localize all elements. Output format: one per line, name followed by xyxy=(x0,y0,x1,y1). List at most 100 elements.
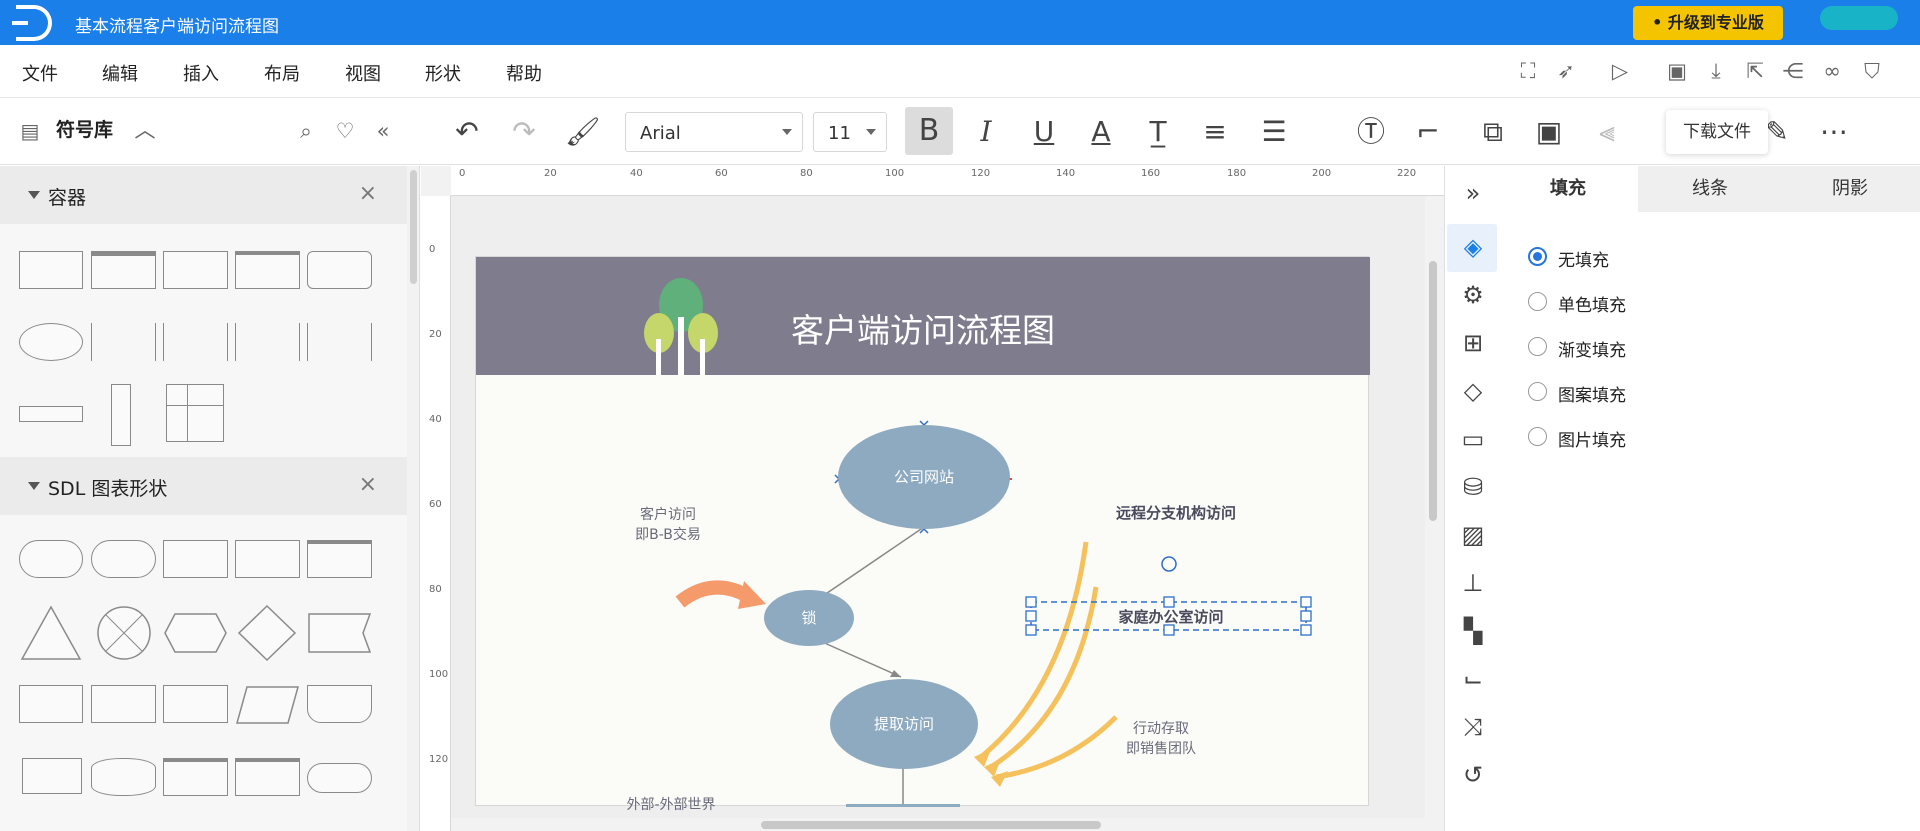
hexagon-shape[interactable] xyxy=(163,612,228,654)
drawing-page[interactable]: 客户端访问流程图 公司网站 锁 提取访问 客户访问 即B-B交易 远程分支机构访… xyxy=(451,196,1441,831)
shuffle-icon[interactable]: ⤨ xyxy=(1458,712,1488,742)
text-box-icon[interactable]: Ⓣ xyxy=(1354,116,1388,148)
menu-file[interactable]: 文件 xyxy=(22,60,58,86)
container-shape[interactable] xyxy=(235,251,300,289)
sdl-shape[interactable] xyxy=(235,758,300,796)
label-mobile-access[interactable]: 行动存取 即销售团队 xyxy=(1096,719,1226,759)
brace-shape[interactable] xyxy=(307,323,372,361)
history-icon[interactable]: ↺ xyxy=(1458,760,1488,790)
cylinder-shape[interactable] xyxy=(91,758,156,796)
triangle-shape[interactable] xyxy=(19,604,83,662)
label-outside-world[interactable]: 外部-外部世界 xyxy=(596,795,746,815)
sdl-shape[interactable] xyxy=(19,540,83,578)
download-icon[interactable]: ⤓ xyxy=(1704,59,1728,83)
canvas-area[interactable]: 0 20 40 60 80 100 120 140 160 180 200 22… xyxy=(421,166,1444,831)
tab-line[interactable]: 线条 xyxy=(1692,166,1728,212)
node-lock[interactable]: 锁 xyxy=(764,590,854,646)
underline-icon[interactable]: U xyxy=(1027,116,1061,148)
upgrade-button[interactable]: • 升级到专业版 xyxy=(1633,6,1783,40)
expand-panel-icon[interactable]: » xyxy=(1458,178,1488,208)
vertical-bar-shape[interactable] xyxy=(111,384,131,446)
more-icon[interactable]: ⋯ xyxy=(1817,116,1851,148)
container-shape[interactable] xyxy=(163,251,228,289)
org-chart-icon[interactable]: ⊥ xyxy=(1458,568,1488,598)
bring-front-icon[interactable]: ⧉ xyxy=(1476,116,1510,148)
scrollbar-thumb[interactable] xyxy=(410,170,417,284)
binoculars-icon[interactable]: ∞ xyxy=(1820,59,1844,83)
menu-insert[interactable]: 插入 xyxy=(183,60,219,86)
sdl-shape[interactable] xyxy=(307,540,372,578)
search-icon[interactable]: ⌕ xyxy=(294,119,318,143)
bracket-shape[interactable] xyxy=(91,323,156,361)
container-shape[interactable] xyxy=(19,251,83,289)
connector-style-icon[interactable]: ⌙ xyxy=(1458,664,1488,694)
scrollbar-thumb[interactable] xyxy=(1429,261,1437,521)
label-remote-branch[interactable]: 远程分支机构访问 xyxy=(1076,503,1276,523)
option-gradient-fill[interactable]: 渐变填充 xyxy=(1558,336,1626,361)
line-spacing-icon[interactable]: ☰ xyxy=(1257,116,1291,148)
account-avatar[interactable] xyxy=(1820,6,1898,30)
connector-icon[interactable]: ⌐ xyxy=(1411,116,1445,148)
sdl-shape[interactable] xyxy=(19,685,83,723)
left-panel-scrollbar[interactable] xyxy=(407,166,419,831)
menu-view[interactable]: 视图 xyxy=(345,60,381,86)
sdl-shape[interactable] xyxy=(163,758,228,796)
send-back-icon[interactable]: ▣ xyxy=(1532,116,1566,148)
chevron-up-icon[interactable]: ︿ xyxy=(133,118,157,142)
bold-icon[interactable]: B xyxy=(905,107,953,155)
layers-icon[interactable]: ◇ xyxy=(1458,376,1488,406)
font-color-icon[interactable]: A xyxy=(1084,116,1118,148)
presentation-icon[interactable]: ▭ xyxy=(1458,424,1488,454)
text-format-icon[interactable]: T̲ xyxy=(1141,116,1175,148)
sdl-shape[interactable] xyxy=(163,540,228,578)
format-painter-icon[interactable]: 🖌 xyxy=(565,116,601,148)
circle-x-shape[interactable] xyxy=(95,604,153,662)
container-shape[interactable] xyxy=(91,251,156,289)
multi-document-shape[interactable] xyxy=(22,758,82,794)
database-icon[interactable]: ⛁ xyxy=(1458,472,1488,502)
tab-shadow[interactable]: 阴影 xyxy=(1832,166,1868,212)
brace-shape[interactable] xyxy=(235,323,300,361)
close-icon[interactable]: × xyxy=(359,472,377,497)
sdl-shape[interactable] xyxy=(91,540,156,578)
option-image-fill[interactable]: 图片填充 xyxy=(1558,426,1626,451)
terminator-shape[interactable] xyxy=(307,763,372,793)
option-no-fill[interactable]: 无填充 xyxy=(1558,246,1609,271)
font-family-select[interactable]: Arial xyxy=(625,112,803,152)
container-shape[interactable] xyxy=(307,251,372,289)
sdl-shape[interactable] xyxy=(235,540,300,578)
menu-edit[interactable]: 编辑 xyxy=(102,60,138,86)
diamond-shape[interactable] xyxy=(237,604,297,662)
italic-icon[interactable]: I xyxy=(969,116,1003,148)
send-icon[interactable]: ➶ xyxy=(1554,59,1578,83)
app-logo-icon[interactable] xyxy=(12,5,52,41)
option-solid-fill[interactable]: 单色填充 xyxy=(1558,291,1626,316)
heart-icon[interactable]: ♡ xyxy=(333,119,357,143)
canvas-vertical-scrollbar[interactable] xyxy=(1425,196,1441,831)
node-retrieve-access[interactable]: 提取访问 xyxy=(830,679,978,769)
redo-icon[interactable]: ↷ xyxy=(507,116,541,148)
close-icon[interactable]: × xyxy=(359,181,377,206)
flowchart-diagram[interactable]: 客户端访问流程图 公司网站 锁 提取访问 客户访问 即B-B交易 远程分支机构访… xyxy=(475,256,1370,813)
canvas-horizontal-scrollbar[interactable] xyxy=(451,818,1425,831)
undo-icon[interactable]: ↶ xyxy=(450,116,484,148)
document-title[interactable]: 基本流程客户端访问流程图 xyxy=(75,12,279,37)
document-shape[interactable] xyxy=(307,685,372,723)
export-icon[interactable]: ⇱ xyxy=(1743,59,1767,83)
menu-layout[interactable]: 布局 xyxy=(264,60,300,86)
save-icon[interactable]: ▣ xyxy=(1665,59,1689,83)
radio-gradient-fill[interactable] xyxy=(1528,337,1547,356)
radio-solid-fill[interactable] xyxy=(1528,292,1547,311)
image-icon[interactable]: ▨ xyxy=(1458,520,1488,550)
node-company-website[interactable]: 公司网站 xyxy=(838,425,1010,529)
tshirt-icon[interactable]: ⛉ xyxy=(1860,59,1884,83)
layout-icon[interactable]: ▚ xyxy=(1458,616,1488,646)
label-home-office[interactable]: 家庭办公室访问 xyxy=(1071,607,1271,627)
tab-fill[interactable]: 填充 xyxy=(1550,166,1586,212)
section-sdl[interactable]: SDL 图表形状 × xyxy=(0,457,407,515)
share-icon[interactable]: ⋲ xyxy=(1781,59,1805,83)
sdl-shape[interactable] xyxy=(91,685,156,723)
table-shape[interactable] xyxy=(166,384,224,442)
play-icon[interactable]: ▷ xyxy=(1608,59,1632,83)
radio-pattern-fill[interactable] xyxy=(1528,382,1547,401)
